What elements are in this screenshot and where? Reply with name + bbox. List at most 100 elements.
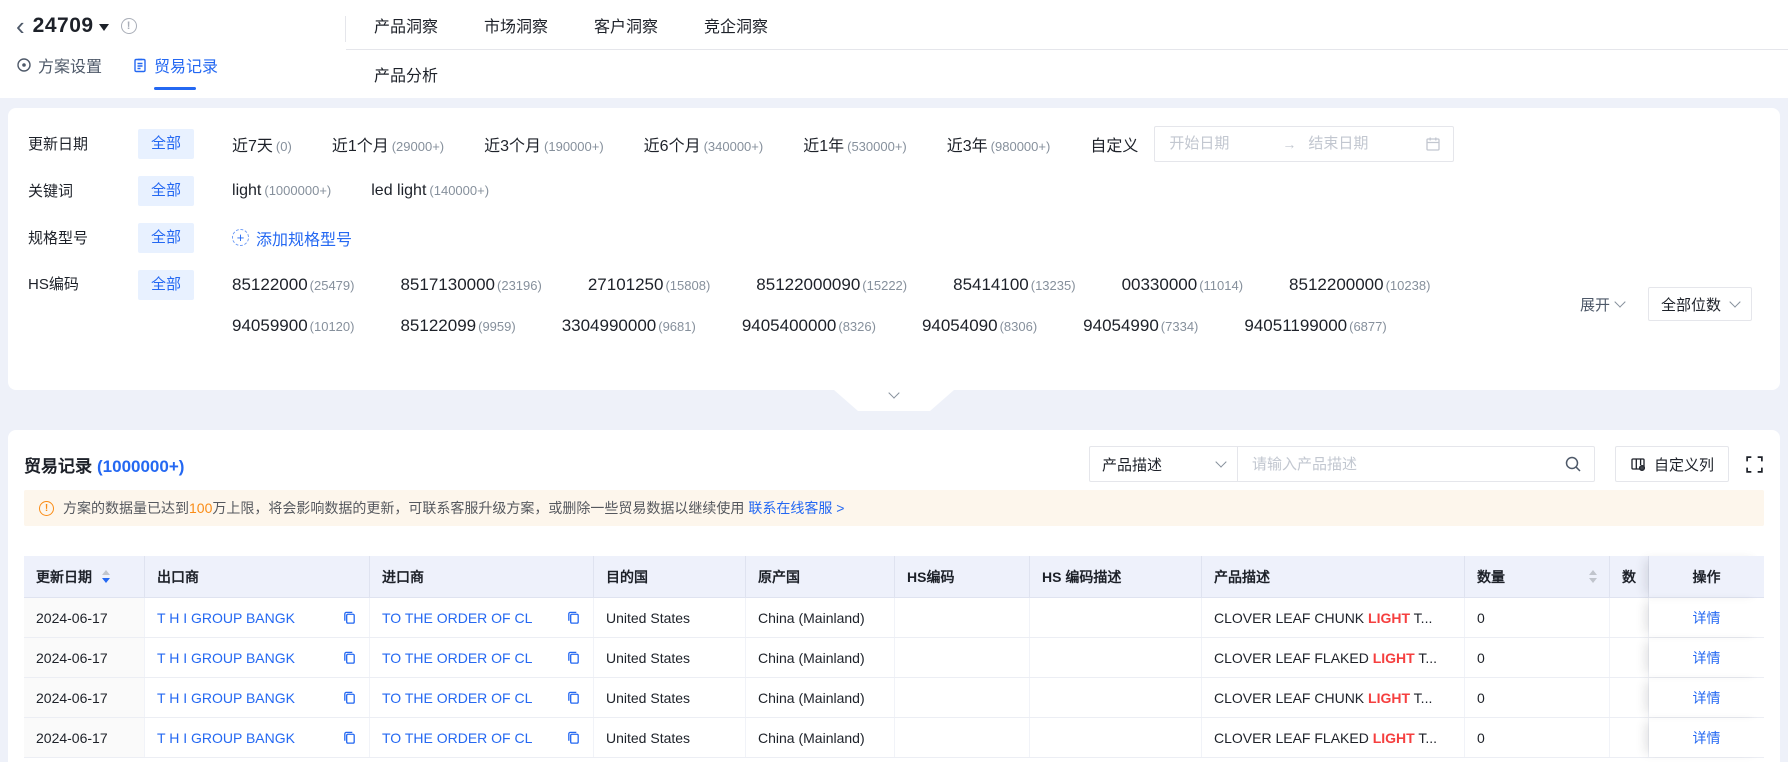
header-origin: 原产国	[746, 556, 895, 598]
sub-nav-product-analysis[interactable]: 产品分析	[374, 62, 438, 86]
search-input[interactable]	[1249, 454, 1564, 474]
hs-code-option[interactable]: 94054990 (7334)	[1083, 306, 1198, 347]
update-date-option-3m[interactable]: 近3个月 (190000+)	[484, 132, 604, 156]
option-text: 近3年	[946, 137, 988, 155]
cell-exporter: T H I GROUP BANGK	[145, 638, 370, 677]
plan-dropdown-icon[interactable]	[98, 23, 109, 36]
update-date-option-1m[interactable]: 近1个月 (29000+)	[332, 132, 444, 156]
plan-id[interactable]: 24709	[33, 14, 94, 38]
hs-code-value: 85122000090	[756, 275, 861, 294]
nav-tab-product-insight[interactable]: 产品洞察	[374, 13, 438, 37]
detail-link[interactable]: 详情	[1693, 648, 1721, 668]
sort-icon[interactable]	[1589, 570, 1597, 583]
copy-icon[interactable]	[558, 650, 581, 665]
header-quantity[interactable]: 数量	[1465, 556, 1610, 598]
header-label: HS编码	[907, 568, 955, 585]
keyword-option-light[interactable]: light (1000000+)	[232, 182, 331, 200]
hs-code-count: (10238)	[1385, 278, 1431, 293]
update-date-option-3y[interactable]: 近3年 (980000+)	[947, 132, 1051, 156]
detail-link[interactable]: 详情	[1693, 728, 1721, 748]
nav-tab-market-insight[interactable]: 市场洞察	[484, 13, 548, 37]
hs-code-list: 85122000 (25479) 8517130000 (23196) 271012…	[232, 265, 1580, 347]
copy-icon[interactable]	[334, 650, 357, 665]
digits-select[interactable]: 全部位数	[1647, 287, 1752, 321]
sort-icon[interactable]	[102, 570, 110, 583]
cell-hs-code	[895, 598, 1030, 637]
hs-code-option[interactable]: 94054090 (8306)	[922, 306, 1037, 347]
collapse-filters-button[interactable]	[834, 390, 954, 411]
hs-code-option[interactable]: 3304990000 (9681)	[562, 306, 696, 347]
fullscreen-icon[interactable]	[1745, 455, 1764, 474]
copy-icon[interactable]	[334, 610, 357, 625]
filter-label-update-date: 更新日期	[28, 136, 89, 153]
contact-support-link[interactable]: 联系在线客服 >	[748, 498, 844, 518]
hs-all-chip[interactable]: 全部	[138, 270, 195, 300]
exporter-link[interactable]: T H I GROUP BANGK	[157, 650, 295, 666]
hs-code-option[interactable]: 00330000 (11014)	[1122, 265, 1243, 306]
end-date-input[interactable]	[1306, 134, 1412, 153]
header-update-date[interactable]: 更新日期	[24, 556, 145, 598]
importer-link[interactable]: TO THE ORDER OF CL	[382, 690, 532, 706]
chevron-down-icon	[1729, 296, 1741, 308]
spec-all-chip[interactable]: 全部	[138, 222, 195, 253]
trade-records-label: 贸易记录	[154, 59, 219, 76]
nav-tab-customer-insight[interactable]: 客户洞察	[594, 13, 658, 37]
hs-code-option[interactable]: 85414100 (13235)	[953, 265, 1075, 306]
copy-icon[interactable]	[558, 610, 581, 625]
table-row: 2024-06-17 T H I GROUP BANGK TO THE ORDE…	[24, 598, 1764, 638]
cell-origin: China (Mainland)	[746, 598, 895, 637]
option-count: (530000+)	[847, 138, 907, 154]
hs-code-option[interactable]: 85122000 (25479)	[232, 265, 354, 306]
expand-toggle[interactable]: 展开	[1580, 294, 1626, 315]
update-date-option-1y[interactable]: 近1年 (530000+)	[803, 132, 907, 156]
importer-link[interactable]: TO THE ORDER OF CL	[382, 730, 532, 746]
hs-code-option[interactable]: 85122099 (9959)	[400, 306, 515, 347]
tab-plan-settings[interactable]: 方案设置	[16, 40, 102, 90]
info-icon[interactable]: !	[120, 18, 137, 34]
add-spec-button[interactable]: + 添加规格型号	[232, 226, 352, 250]
tab-trade-records[interactable]: 贸易记录	[132, 40, 218, 90]
copy-icon[interactable]	[334, 730, 357, 745]
hs-code-option[interactable]: 8512200000 (10238)	[1289, 265, 1430, 306]
header-label: 原产国	[758, 568, 800, 585]
exporter-link[interactable]: T H I GROUP BANGK	[157, 690, 295, 706]
keyword-option-led-light[interactable]: led light (140000+)	[371, 182, 489, 200]
hs-code-option[interactable]: 94059900 (10120)	[232, 306, 354, 347]
nav-tab-competitor-insight[interactable]: 竞企洞察	[704, 13, 768, 37]
detail-link[interactable]: 详情	[1693, 688, 1721, 708]
search-icon[interactable]	[1564, 455, 1582, 473]
update-date-option-6m[interactable]: 近6个月 (340000+)	[644, 132, 764, 156]
exporter-link[interactable]: T H I GROUP BANGK	[157, 610, 295, 626]
back-icon[interactable]: ‹	[16, 13, 25, 39]
update-date-option-7d[interactable]: 近7天 (0)	[232, 132, 292, 156]
date-range-picker[interactable]: →	[1154, 125, 1455, 162]
cell-hs-desc	[1030, 638, 1202, 677]
keyword-all-chip[interactable]: 全部	[138, 175, 195, 206]
search-type-select[interactable]: 产品描述	[1090, 447, 1238, 481]
hs-code-option[interactable]: 9405400000 (8326)	[742, 306, 876, 347]
cell-product-desc: CLOVER LEAF CHUNK LIGHT T...	[1202, 678, 1465, 717]
cell-hs-code	[895, 638, 1030, 677]
digits-select-value: 全部位数	[1660, 296, 1721, 314]
exporter-link[interactable]: T H I GROUP BANGK	[157, 730, 295, 746]
detail-link[interactable]: 详情	[1693, 608, 1721, 628]
hs-code-option[interactable]: 94051199000 (6877)	[1244, 306, 1386, 347]
hs-code-option[interactable]: 85122000090 (15222)	[756, 265, 907, 306]
customize-columns-button[interactable]: 自定义列	[1614, 446, 1729, 482]
hs-code-count: (8306)	[999, 319, 1038, 334]
copy-icon[interactable]	[558, 690, 581, 705]
update-date-all-chip[interactable]: 全部	[138, 128, 195, 159]
cell-quantity: 0	[1465, 638, 1610, 677]
cell-importer: TO THE ORDER OF CL	[370, 718, 594, 757]
importer-link[interactable]: TO THE ORDER OF CL	[382, 610, 532, 626]
start-date-input[interactable]	[1167, 134, 1273, 153]
hs-code-option[interactable]: 8517130000 (23196)	[400, 265, 541, 306]
hs-code-value: 9405400000	[741, 316, 837, 335]
importer-link[interactable]: TO THE ORDER OF CL	[382, 650, 532, 666]
copy-icon[interactable]	[558, 730, 581, 745]
copy-icon[interactable]	[334, 690, 357, 705]
cell-quantity: 0	[1465, 598, 1610, 637]
update-date-custom-label[interactable]: 自定义	[1090, 132, 1138, 156]
hs-code-option[interactable]: 27101250 (15808)	[588, 265, 710, 306]
search-box	[1238, 447, 1594, 481]
